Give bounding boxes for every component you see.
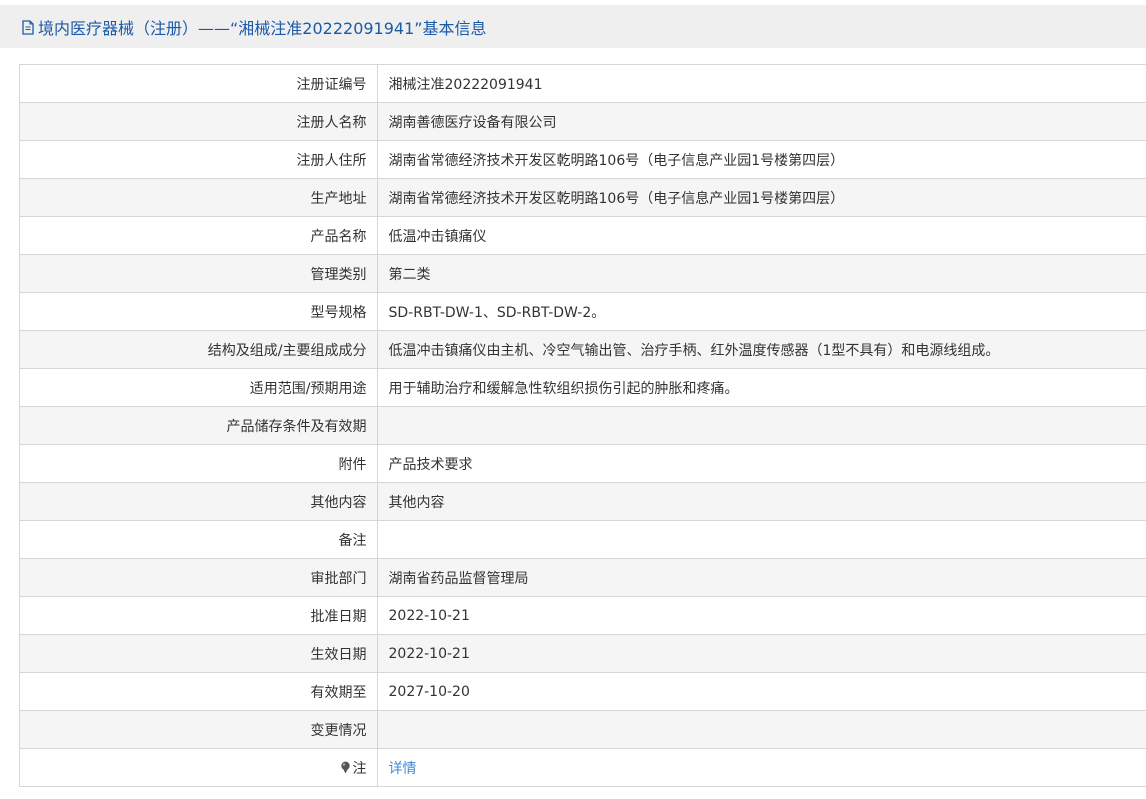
page-title: 境内医疗器械（注册）——“湘械注准20222091941”基本信息 [38,18,487,38]
row-value-storage-validity [377,406,1146,445]
row-value-registration-number: 湘械注准20222091941 [377,65,1146,103]
row-label-product-name: 产品名称 [20,216,378,255]
row-label-remarks: 备注 [20,520,378,559]
table-row: 变更情况 [20,710,1146,749]
table-row: 有效期至 2027-10-20 [20,672,1146,711]
table-row: 型号规格 SD-RBT-DW-1、SD-RBT-DW-2。 [20,292,1146,331]
pin-icon [340,761,351,774]
page-header: 境内医疗器械（注册）——“湘械注准20222091941”基本信息 [0,5,1146,48]
row-label-structure-composition: 结构及组成/主要组成成分 [20,330,378,369]
table-row: 管理类别 第二类 [20,254,1146,293]
table-row: 生产地址 湖南省常德经济技术开发区乾明路106号（电子信息产业园1号楼第四层） [20,178,1146,217]
row-value-effective-date: 2022-10-21 [377,634,1146,673]
table-row: 附件 产品技术要求 [20,444,1146,483]
details-link[interactable]: 详情 [389,761,417,777]
row-value-registrant-address: 湖南省常德经济技术开发区乾明路106号（电子信息产业园1号楼第四层） [377,140,1146,179]
row-label-valid-until: 有效期至 [20,672,378,711]
table-row: 结构及组成/主要组成成分 低温冲击镇痛仪由主机、冷空气输出管、治疗手柄、红外温度… [20,330,1146,369]
row-value-change-status [377,710,1146,749]
row-value-management-class: 第二类 [377,254,1146,293]
row-value-approval-date: 2022-10-21 [377,596,1146,635]
table-row: 产品名称 低温冲击镇痛仪 [20,216,1146,255]
table-row: 批准日期 2022-10-21 [20,596,1146,635]
row-value-remarks [377,520,1146,559]
table-row: 产品储存条件及有效期 [20,406,1146,445]
row-label-note-cell: 注 [20,748,378,787]
table-row: 注 详情 [20,748,1146,787]
row-value-model-spec: SD-RBT-DW-1、SD-RBT-DW-2。 [377,292,1146,331]
row-label-attachment: 附件 [20,444,378,483]
table-row: 注册人名称 湖南善德医疗设备有限公司 [20,102,1146,141]
row-label-registrant-name: 注册人名称 [20,102,378,141]
row-value-attachment: 产品技术要求 [377,444,1146,483]
table-row: 备注 [20,520,1146,559]
row-label-change-status: 变更情况 [20,710,378,749]
table-row: 适用范围/预期用途 用于辅助治疗和缓解急性软组织损伤引起的肿胀和疼痛。 [20,368,1146,407]
row-value-valid-until: 2027-10-20 [377,672,1146,711]
table-row: 审批部门 湖南省药品监督管理局 [20,558,1146,597]
row-value-other-content: 其他内容 [377,482,1146,521]
row-label-production-address: 生产地址 [20,178,378,217]
row-label-effective-date: 生效日期 [20,634,378,673]
row-label-registrant-address: 注册人住所 [20,140,378,179]
row-label-management-class: 管理类别 [20,254,378,293]
table-row: 生效日期 2022-10-21 [20,634,1146,673]
row-label-approval-dept: 审批部门 [20,558,378,597]
row-value-note-cell: 详情 [377,748,1146,787]
row-value-registrant-name: 湖南善德医疗设备有限公司 [377,102,1146,141]
row-value-intended-use: 用于辅助治疗和缓解急性软组织损伤引起的肿胀和疼痛。 [377,368,1146,407]
row-label-note: 注 [352,760,367,777]
row-label-registration-number: 注册证编号 [20,65,378,103]
table-row: 注册证编号 湘械注准20222091941 [20,65,1146,103]
row-value-product-name: 低温冲击镇痛仪 [377,216,1146,255]
row-label-intended-use: 适用范围/预期用途 [20,368,378,407]
document-icon [21,20,35,35]
row-label-approval-date: 批准日期 [20,596,378,635]
table-row: 注册人住所 湖南省常德经济技术开发区乾明路106号（电子信息产业园1号楼第四层） [20,140,1146,179]
row-value-production-address: 湖南省常德经济技术开发区乾明路106号（电子信息产业园1号楼第四层） [377,178,1146,217]
row-value-approval-dept: 湖南省药品监督管理局 [377,558,1146,597]
row-value-structure-composition: 低温冲击镇痛仪由主机、冷空气输出管、治疗手柄、红外温度传感器（1型不具有）和电源… [377,330,1146,369]
row-label-model-spec: 型号规格 [20,292,378,331]
row-label-other-content: 其他内容 [20,482,378,521]
row-label-storage-validity: 产品储存条件及有效期 [20,406,378,445]
info-table: 注册证编号 湘械注准20222091941 注册人名称 湖南善德医疗设备有限公司… [19,64,1146,787]
table-row: 其他内容 其他内容 [20,482,1146,521]
